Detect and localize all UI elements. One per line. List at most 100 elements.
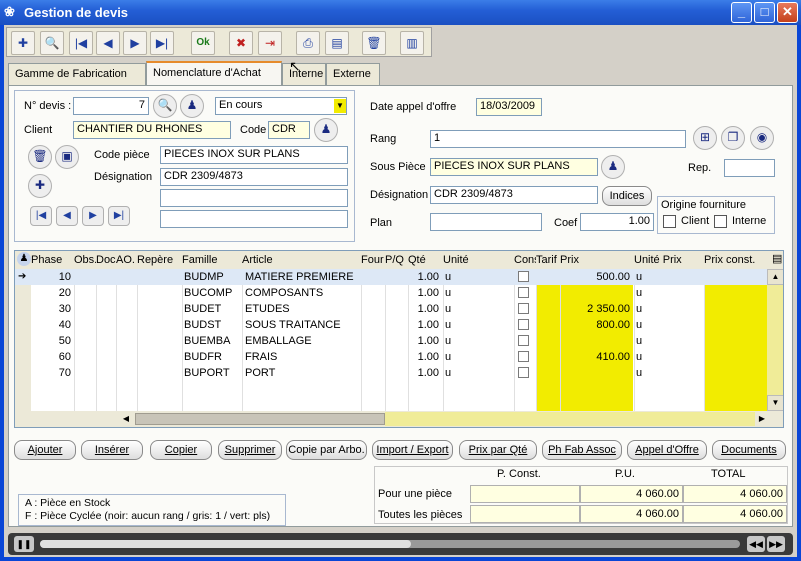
cancel-icon[interactable]: ✖ bbox=[229, 31, 253, 55]
inserer-button[interactable]: Insérer bbox=[81, 440, 143, 460]
designation-right-field[interactable]: CDR 2309/4873 bbox=[430, 186, 598, 204]
const-checkbox[interactable] bbox=[518, 351, 529, 362]
first-icon[interactable]: |◀ bbox=[30, 206, 52, 226]
col-prix-const[interactable]: Prix const. bbox=[704, 251, 756, 269]
maximize-button[interactable]: □ bbox=[754, 2, 775, 23]
date-field[interactable]: 18/03/2009 bbox=[476, 98, 542, 116]
designation-field[interactable]: CDR 2309/4873 bbox=[160, 168, 348, 186]
col-tarif[interactable]: Tarif bbox=[536, 251, 557, 269]
table-row[interactable]: ➔ 10 BUDMP MATIERE PREMIERE 1.00 u 500.00 u bbox=[15, 269, 767, 285]
close-button[interactable]: ✕ bbox=[777, 2, 798, 23]
ph-fab-assoc-button[interactable]: Ph Fab Assoc bbox=[542, 440, 622, 460]
tree-icon[interactable]: ⊞ bbox=[693, 126, 717, 150]
rang-field[interactable]: 1 bbox=[430, 130, 686, 148]
plan-field[interactable] bbox=[430, 213, 542, 231]
col-qte[interactable]: Qté bbox=[408, 251, 426, 269]
sous-piece-user-icon[interactable]: ♟ bbox=[601, 155, 625, 179]
appel-offre-button[interactable]: Appel d'Offre bbox=[627, 440, 707, 460]
const-checkbox[interactable] bbox=[518, 303, 529, 314]
vertical-scrollbar[interactable]: ▲ ▼ bbox=[767, 269, 783, 411]
col-pq[interactable]: P/Q bbox=[385, 251, 404, 269]
client-user-icon[interactable]: ♟ bbox=[314, 118, 338, 142]
col-phase[interactable]: Phase bbox=[31, 251, 63, 269]
const-checkbox[interactable] bbox=[518, 287, 529, 298]
exit-icon[interactable]: ⇥ bbox=[258, 31, 282, 55]
trash-icon[interactable]: 🗑 bbox=[28, 145, 52, 169]
col-repere[interactable]: Repère bbox=[137, 251, 174, 269]
ajouter-button[interactable]: Ajouter bbox=[14, 440, 76, 460]
const-checkbox[interactable] bbox=[518, 319, 529, 330]
user-icon[interactable]: ♟ bbox=[180, 94, 204, 118]
scroll-right-icon[interactable]: ▶ bbox=[755, 412, 769, 426]
table-row[interactable]: 20 BUCOMP COMPOSANTS 1.00 u u bbox=[15, 285, 767, 301]
new-document-icon[interactable]: ✚ bbox=[11, 31, 35, 55]
minimize-button[interactable]: _ bbox=[731, 2, 752, 23]
devis-number-field[interactable]: 7 bbox=[73, 97, 149, 115]
first-record-icon[interactable]: |◀ bbox=[69, 31, 93, 55]
tab-externe[interactable]: Externe bbox=[326, 63, 380, 85]
previous-icon[interactable]: ◀ bbox=[56, 206, 78, 226]
col-const[interactable]: Const bbox=[514, 251, 536, 269]
table-row[interactable]: 40 BUDST SOUS TRAITANCE 1.00 u 800.00 u bbox=[15, 317, 767, 333]
books-icon[interactable]: ▥ bbox=[400, 31, 424, 55]
col-four[interactable]: Four bbox=[361, 251, 384, 269]
client-checkbox[interactable] bbox=[663, 215, 676, 228]
scroll-track[interactable] bbox=[385, 412, 755, 426]
scroll-down-icon[interactable]: ▼ bbox=[767, 395, 783, 411]
scroll-thumb[interactable] bbox=[135, 413, 385, 425]
documents-button[interactable]: Documents bbox=[712, 440, 786, 460]
column-config-icon[interactable]: ▤ bbox=[772, 252, 782, 265]
const-checkbox[interactable] bbox=[518, 271, 529, 282]
table-row[interactable]: 60 BUDFR FRAIS 1.00 u 410.00 u bbox=[15, 349, 767, 365]
const-checkbox[interactable] bbox=[518, 367, 529, 378]
col-unite[interactable]: Unité bbox=[443, 251, 469, 269]
col-unite-prix[interactable]: Unité Prix bbox=[634, 251, 682, 269]
last-record-icon[interactable]: ▶| bbox=[150, 31, 174, 55]
copy-icon[interactable]: ❐ bbox=[721, 126, 745, 150]
copie-par-arbo-button[interactable]: Copie par Arbo. bbox=[286, 440, 367, 460]
client-code-field[interactable]: CDR bbox=[268, 121, 310, 139]
horizontal-scrollbar[interactable]: ◀ ▶ bbox=[15, 411, 783, 427]
code-piece-field[interactable]: PIECES INOX SUR PLANS bbox=[160, 146, 348, 164]
ok-icon[interactable]: Ok bbox=[191, 31, 215, 55]
preview-icon[interactable]: ▤ bbox=[325, 31, 349, 55]
rep-field[interactable] bbox=[724, 159, 775, 177]
print-icon[interactable]: ⎙ bbox=[296, 31, 320, 55]
tab-nomenclature-achat[interactable]: Nomenclature d'Achat bbox=[146, 61, 282, 86]
progress-track[interactable] bbox=[40, 540, 740, 548]
coef-field[interactable]: 1.00 bbox=[580, 213, 654, 231]
indices-button[interactable]: Indices bbox=[602, 186, 652, 206]
designation-line-2[interactable] bbox=[160, 189, 348, 207]
import-export-button[interactable]: Import / Export bbox=[372, 440, 453, 460]
scroll-up-icon[interactable]: ▲ bbox=[767, 269, 783, 285]
previous-record-icon[interactable]: ◀ bbox=[96, 31, 120, 55]
table-row[interactable]: 50 BUEMBA EMBALLAGE 1.00 u u bbox=[15, 333, 767, 349]
col-article[interactable]: Article bbox=[242, 251, 273, 269]
pause-icon[interactable]: ❚❚ bbox=[14, 536, 34, 552]
col-ao[interactable]: AO. bbox=[116, 251, 135, 269]
rewind-icon[interactable]: ◀◀ bbox=[747, 536, 765, 552]
supprimer-button[interactable]: Supprimer bbox=[218, 440, 282, 460]
copier-button[interactable]: Copier bbox=[150, 440, 212, 460]
prix-par-qte-button[interactable]: Prix par Qté bbox=[459, 440, 537, 460]
scroll-left-icon[interactable]: ◀ bbox=[119, 412, 133, 426]
tab-gamme-de-fabrication[interactable]: Gamme de Fabrication bbox=[8, 63, 146, 85]
search-devis-icon[interactable]: 🔍 bbox=[153, 94, 177, 118]
table-row[interactable]: 70 BUPORT PORT 1.00 u u bbox=[15, 365, 767, 381]
client-field[interactable]: CHANTIER DU RHONES bbox=[73, 121, 231, 139]
sous-piece-field[interactable]: PIECES INOX SUR PLANS bbox=[430, 158, 598, 176]
search-tools-icon[interactable]: 🔍 bbox=[40, 31, 64, 55]
next-record-icon[interactable]: ▶ bbox=[123, 31, 147, 55]
col-obs[interactable]: Obs. bbox=[74, 251, 98, 269]
user-column-icon[interactable]: ♟ bbox=[17, 252, 31, 266]
interne-checkbox[interactable] bbox=[714, 215, 727, 228]
last-icon[interactable]: ▶| bbox=[108, 206, 130, 226]
forward-icon[interactable]: ▶▶ bbox=[767, 536, 785, 552]
scanner-icon[interactable]: ▣ bbox=[55, 145, 79, 169]
const-checkbox[interactable] bbox=[518, 335, 529, 346]
col-famille[interactable]: Famille bbox=[182, 251, 218, 269]
col-prix[interactable]: Prix bbox=[560, 251, 579, 269]
view-icon[interactable]: ◉ bbox=[750, 126, 774, 150]
chevron-down-icon[interactable]: ▼ bbox=[334, 99, 346, 113]
status-dropdown[interactable]: En cours bbox=[215, 97, 347, 115]
